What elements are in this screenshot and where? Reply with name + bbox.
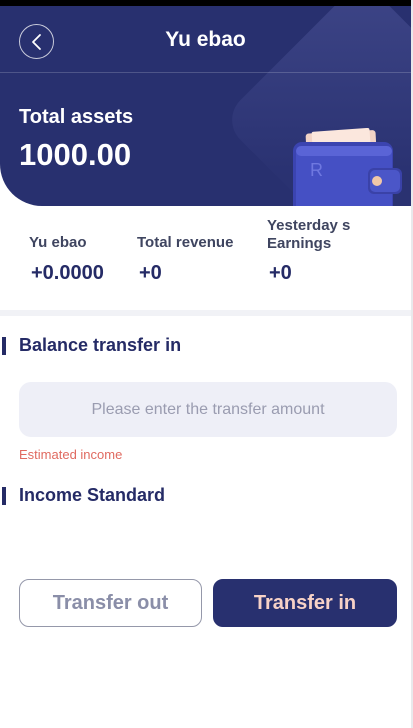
stat-yuebao-value: +0.0000 <box>31 262 104 284</box>
transfer-in-button[interactable]: Transfer in <box>213 579 397 627</box>
transfer-amount-input[interactable] <box>19 382 397 437</box>
page-title: Yu ebao <box>165 28 246 51</box>
section-divider <box>0 310 411 316</box>
stat-yuebao-label: Yu ebao <box>29 234 87 251</box>
stats-row: Yu ebao +0.0000 Total revenue +0 Yesterd… <box>0 212 411 308</box>
header-divider <box>0 72 411 73</box>
balance-transfer-title: Balance transfer in <box>19 335 182 355</box>
stat-total-revenue-label: Total revenue <box>137 234 234 251</box>
wallet-icon: R <box>293 128 402 206</box>
svg-text:R: R <box>310 160 323 180</box>
estimated-income-label: Estimated income <box>19 447 123 462</box>
stat-yesterday-label-line1: Yesterday s <box>267 217 351 234</box>
total-assets-label: Total assets <box>19 106 134 128</box>
stat-yesterday-label: Yesterday s Earnings <box>267 217 350 253</box>
stat-yesterday-label-line2: Earnings <box>267 235 332 252</box>
header: Yu ebao Total assets 1000.00 R <box>0 6 411 206</box>
total-assets-value: 1000.00 <box>19 137 132 172</box>
stat-yesterday-value: +0 <box>269 262 292 284</box>
stat-total-revenue-value: +0 <box>139 262 162 284</box>
transfer-out-button[interactable]: Transfer out <box>19 579 202 627</box>
income-standard-title: Income Standard <box>19 485 166 505</box>
